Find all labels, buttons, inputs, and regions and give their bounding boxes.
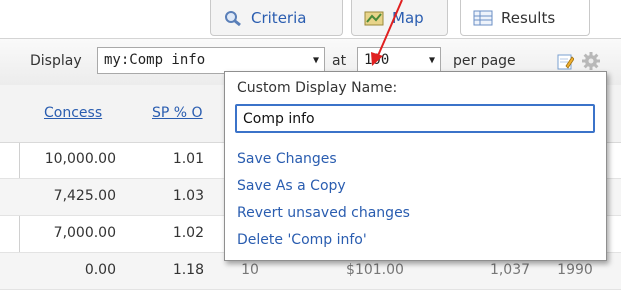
cell-concess: 7,000.00 bbox=[53, 225, 116, 241]
save-changes-link[interactable]: Save Changes bbox=[237, 151, 337, 167]
cell-sp-pct: 1.01 bbox=[172, 151, 204, 167]
gear-icon[interactable] bbox=[581, 51, 601, 71]
chevron-down-icon: ▼ bbox=[428, 55, 435, 66]
at-label: at bbox=[332, 53, 347, 69]
cell-concess: 7,425.00 bbox=[53, 188, 116, 204]
view-tabs: Criteria Map Results bbox=[210, 0, 621, 38]
tab-criteria[interactable]: Criteria bbox=[210, 0, 343, 36]
per-page-value: 100 bbox=[364, 52, 390, 68]
cell-concess: 10,000.00 bbox=[44, 151, 116, 167]
chevron-down-icon: ▼ bbox=[312, 55, 319, 66]
cell-price: $101.00 bbox=[346, 262, 404, 278]
cell-value: 10 bbox=[241, 262, 259, 278]
save-as-copy-link[interactable]: Save As a Copy bbox=[237, 178, 346, 194]
tab-results[interactable]: Results bbox=[460, 0, 590, 36]
cell-sp-pct: 1.02 bbox=[172, 225, 204, 241]
edit-display-icon[interactable] bbox=[557, 53, 575, 70]
revert-changes-link[interactable]: Revert unsaved changes bbox=[237, 205, 410, 221]
tab-label: Results bbox=[501, 8, 556, 27]
tab-label: Criteria bbox=[251, 8, 307, 27]
column-header-sp-pct[interactable]: SP % O bbox=[152, 105, 203, 121]
cell-sp-pct: 1.03 bbox=[172, 188, 204, 204]
delete-display-link[interactable]: Delete 'Comp info' bbox=[237, 232, 367, 248]
grid-icon bbox=[473, 10, 493, 26]
tab-label: Map bbox=[392, 8, 424, 27]
cell-sp-pct: 1.18 bbox=[172, 262, 204, 278]
cell-year: 1990 bbox=[557, 262, 593, 278]
custom-display-popup: Custom Display Name: Save Changes Save A… bbox=[224, 71, 607, 261]
popup-title: Custom Display Name: bbox=[237, 80, 398, 96]
map-icon bbox=[364, 10, 384, 26]
per-page-select[interactable]: 100 ▼ bbox=[357, 47, 441, 74]
display-label: Display bbox=[30, 53, 82, 69]
column-header-concess[interactable]: Concess bbox=[44, 105, 102, 121]
display-select[interactable]: my:Comp info ▼ bbox=[97, 47, 325, 74]
cell-concess: 0.00 bbox=[84, 262, 116, 278]
display-name-input[interactable] bbox=[235, 104, 595, 133]
tab-map[interactable]: Map bbox=[351, 0, 448, 36]
per-page-label: per page bbox=[453, 53, 516, 69]
magnifier-icon bbox=[223, 10, 243, 26]
display-select-value: my:Comp info bbox=[104, 52, 206, 68]
cell-sqft: 1,037 bbox=[489, 262, 531, 278]
